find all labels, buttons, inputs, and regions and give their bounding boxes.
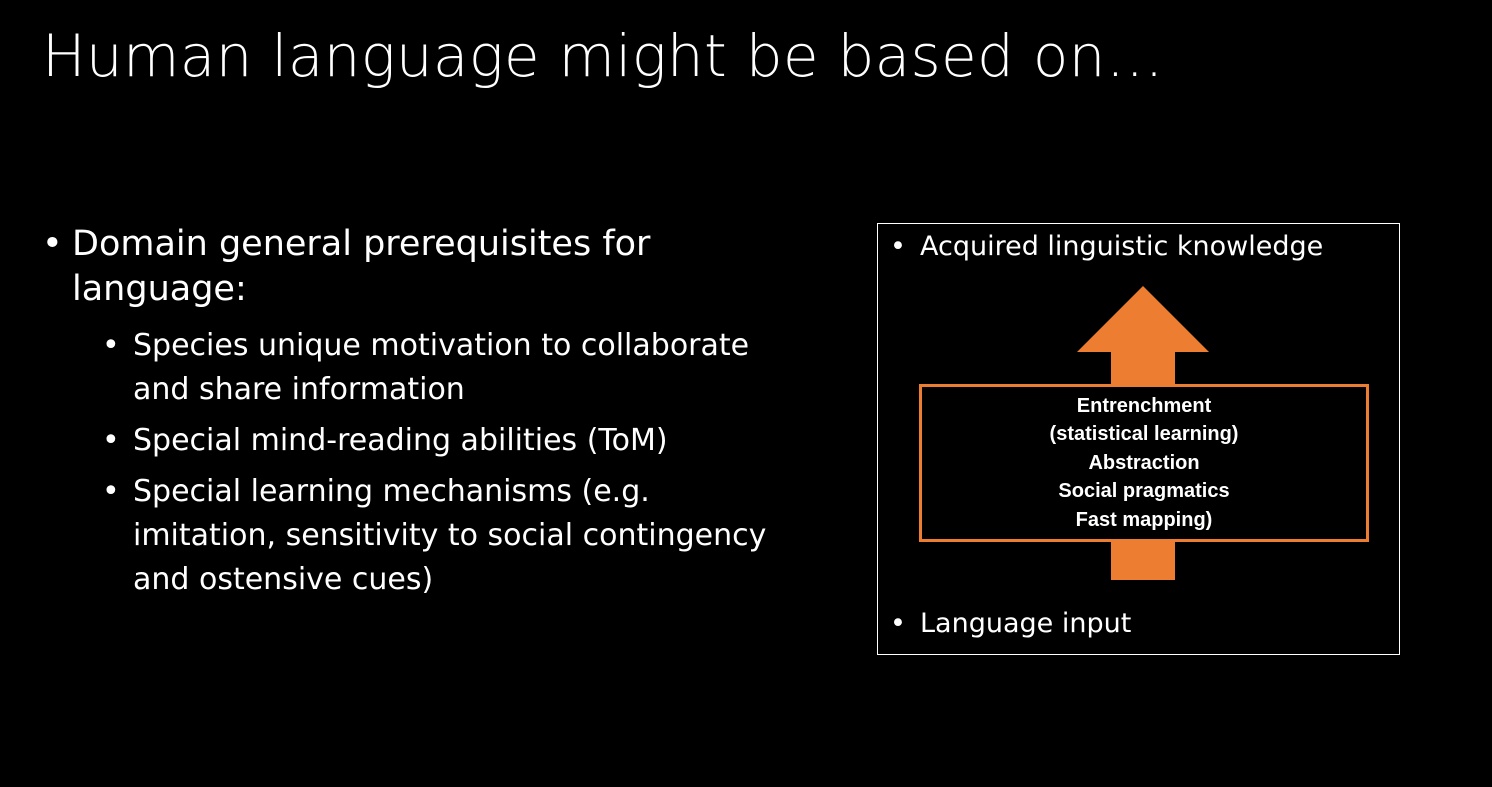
bullet-icon: • (890, 231, 906, 262)
subpoint-text: Species unique motivation to collaborate… (133, 328, 750, 407)
subpoint-mind-reading: • Special mind-reading abilities (ToM) (72, 419, 782, 463)
bottom-label-text: Language input (920, 608, 1132, 639)
subpoint-text: Special mind-reading abilities (ToM) (133, 423, 668, 458)
mechanism-fast-mapping: Fast mapping) (1075, 508, 1213, 531)
slide-title: Human language might be based on… (42, 22, 1165, 90)
diagram-frame: • Acquired linguistic knowledge Entrenchm… (877, 223, 1400, 655)
main-point: • Domain general prerequisites for langu… (42, 222, 782, 602)
mechanism-abstraction: Abstraction (1088, 451, 1200, 474)
top-label-text: Acquired linguistic knowledge (920, 231, 1324, 262)
bullet-icon: • (102, 328, 120, 363)
language-input-label: • Language input (890, 607, 1131, 641)
mechanism-statistical-learning: (statistical learning) (1049, 423, 1239, 446)
bullet-icon: • (102, 423, 120, 458)
learning-mechanisms-box: Entrenchment (statistical learning) Abst… (919, 384, 1369, 542)
main-bullet-list: • Domain general prerequisites for langu… (42, 222, 782, 609)
bullet-icon: • (102, 474, 120, 509)
bullet-icon: • (42, 224, 63, 264)
acquired-knowledge-label: • Acquired linguistic knowledge (890, 230, 1323, 264)
bullet-icon: • (890, 608, 906, 639)
subpoint-text: Special learning mechanisms (e.g. imitat… (133, 474, 767, 597)
mechanism-social-pragmatics: Social pragmatics (1058, 480, 1230, 503)
main-point-text: Domain general prerequisites for languag… (72, 224, 651, 309)
slide: Human language might be based on… • Doma… (0, 0, 1492, 787)
subpoint-motivation: • Species unique motivation to collabora… (72, 324, 782, 412)
sub-bullet-list: • Species unique motivation to collabora… (72, 324, 782, 602)
mechanism-entrenchment: Entrenchment (1076, 394, 1212, 417)
subpoint-learning-mechanisms: • Special learning mechanisms (e.g. imit… (72, 470, 782, 602)
